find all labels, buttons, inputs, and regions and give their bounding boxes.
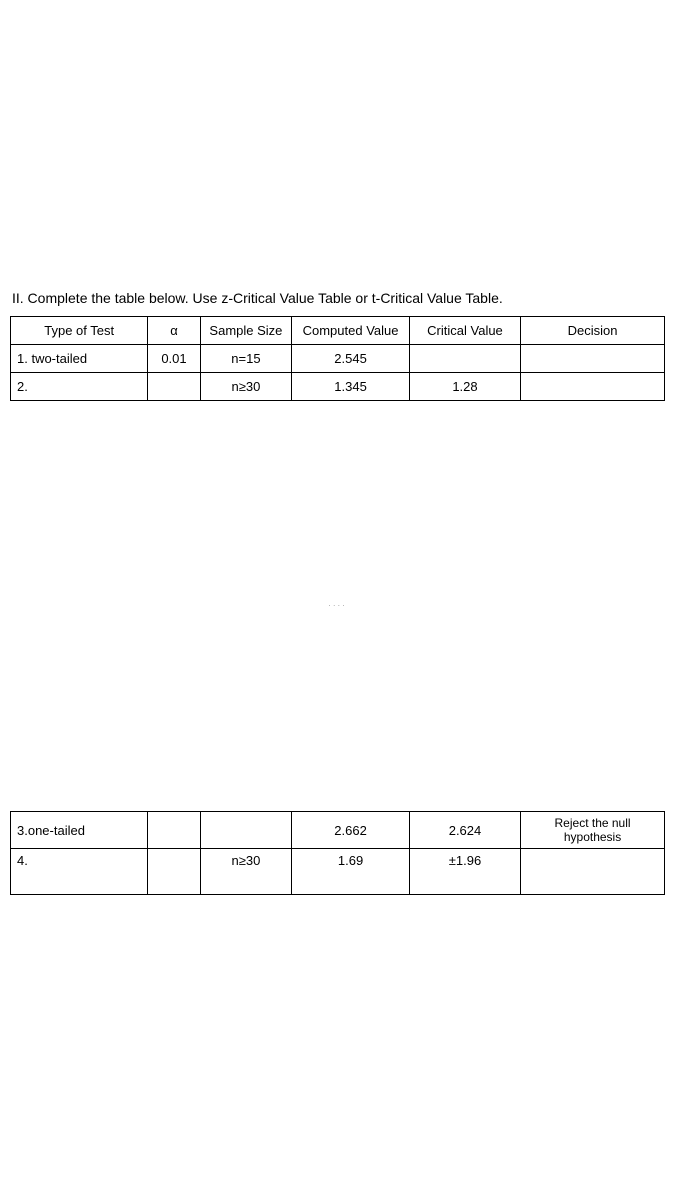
cell-type: 1. two-tailed — [11, 345, 148, 373]
table-header-row: Type of Test α Sample Size Computed Valu… — [11, 317, 665, 345]
cell-critical — [409, 345, 520, 373]
header-sample-size: Sample Size — [200, 317, 292, 345]
cell-alpha — [148, 849, 200, 895]
cell-decision — [521, 849, 665, 895]
header-decision: Decision — [521, 317, 665, 345]
cell-alpha — [148, 373, 200, 401]
critical-value-table-top: Type of Test α Sample Size Computed Valu… — [10, 316, 665, 401]
cell-alpha — [148, 812, 200, 849]
page-gap: ···· — [10, 401, 665, 811]
instruction-text: II. Complete the table below. Use z-Crit… — [10, 290, 665, 306]
table-row: 4. n≥30 1.69 ±1.96 — [11, 849, 665, 895]
table-row: 1. two-tailed 0.01 n=15 2.545 — [11, 345, 665, 373]
cell-computed: 1.69 — [292, 849, 410, 895]
cell-type: 3.one-tailed — [11, 812, 148, 849]
header-computed-value: Computed Value — [292, 317, 410, 345]
header-type-of-test: Type of Test — [11, 317, 148, 345]
cell-decision — [521, 345, 665, 373]
cell-computed: 1.345 — [292, 373, 410, 401]
cell-computed: 2.662 — [292, 812, 410, 849]
cell-computed: 2.545 — [292, 345, 410, 373]
table-row: 2. n≥30 1.345 1.28 — [11, 373, 665, 401]
cell-critical: 2.624 — [409, 812, 520, 849]
document-page: II. Complete the table below. Use z-Crit… — [0, 0, 675, 1200]
cell-sample: n≥30 — [200, 849, 292, 895]
cell-decision: Reject the null hypothesis — [521, 812, 665, 849]
cell-type: 2. — [11, 373, 148, 401]
cell-sample: n≥30 — [200, 373, 292, 401]
cell-critical: 1.28 — [409, 373, 520, 401]
cell-type: 4. — [11, 849, 148, 895]
cell-critical: ±1.96 — [409, 849, 520, 895]
cell-sample: n=15 — [200, 345, 292, 373]
header-alpha: α — [148, 317, 200, 345]
table-row: 3.one-tailed 2.662 2.624 Reject the null… — [11, 812, 665, 849]
critical-value-table-bottom: 3.one-tailed 2.662 2.624 Reject the null… — [10, 811, 665, 895]
cell-decision — [521, 373, 665, 401]
cell-sample — [200, 812, 292, 849]
page-break-hint: ···· — [10, 401, 665, 610]
cell-alpha: 0.01 — [148, 345, 200, 373]
header-critical-value: Critical Value — [409, 317, 520, 345]
